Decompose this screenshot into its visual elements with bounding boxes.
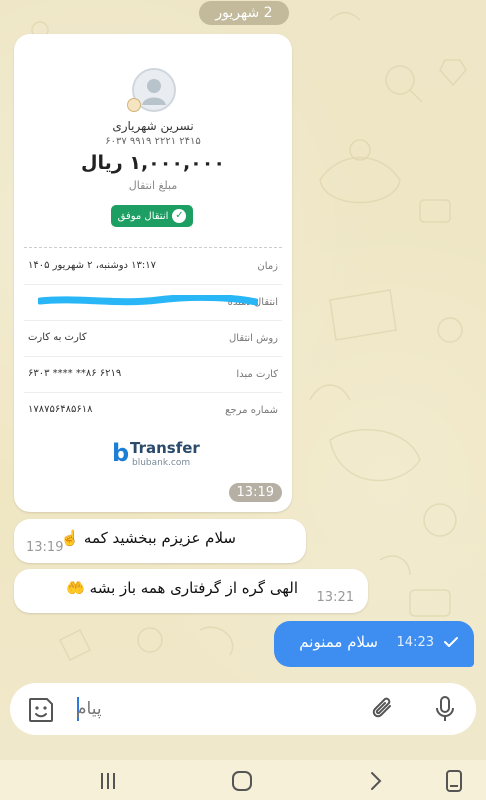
message-input[interactable] xyxy=(76,693,356,725)
message-text: سلام ممنونم xyxy=(299,633,378,651)
microphone-icon[interactable] xyxy=(430,694,460,724)
receipt-divider xyxy=(24,247,282,248)
outgoing-message[interactable]: سلام ممنونم 14:23 xyxy=(274,621,474,667)
recipient-name: نسرین شهریاری xyxy=(112,119,194,133)
receipt-row-source-card: کارت مبدا ۶۲۱۹ ۸۶** **** ۶۳۰۳ xyxy=(24,357,282,393)
receipt-details: زمان ۱۳:۱۷ دوشنبه، ۲ شهریور ۱۴۰۵ انتقال … xyxy=(14,249,292,429)
message-time: 13:19 xyxy=(26,540,64,555)
redaction-scribble xyxy=(38,295,258,306)
destination-card-number: ۶۰۳۷ ۹۹۱۹ ۲۲۲۱ ۲۴۱۵ xyxy=(105,136,201,147)
sent-check-icon xyxy=(444,637,458,647)
bank-logo-icon xyxy=(127,98,141,112)
status-badge: ✓ انتقال موفق xyxy=(111,205,193,227)
row-value: ۱۷۸۷۵۶۴۸۵۶۱۸ xyxy=(28,404,93,415)
sticker-icon[interactable] xyxy=(26,695,56,725)
message-time: 13:19 xyxy=(228,483,282,502)
recents-icon[interactable] xyxy=(94,768,122,794)
brand-logo: b Transfer blubank.com xyxy=(112,437,222,471)
transfer-amount-label: مبلغ انتقال xyxy=(128,179,178,192)
incoming-message[interactable]: الهی گره از گرفتاری همه باز بشه 🤲 13:21 xyxy=(14,569,368,613)
system-navigation-bar xyxy=(0,760,486,800)
date-separator: 2 شهریور xyxy=(199,1,289,25)
row-label: روش انتقال xyxy=(229,333,278,344)
message-text: الهی گره از گرفتاری همه باز بشه 🤲 xyxy=(66,579,298,597)
brand-site: blubank.com xyxy=(132,458,191,468)
user-silhouette-icon xyxy=(142,79,166,105)
receipt-row-reference: شماره مرجع ۱۷۸۷۵۶۴۸۵۶۱۸ xyxy=(24,393,282,429)
paperclip-icon[interactable] xyxy=(368,694,398,724)
incoming-message[interactable]: سلام عزیزم ببخشید کمه ☝️ 13:19 xyxy=(14,519,306,563)
row-label: کارت مبدا xyxy=(236,369,278,380)
back-icon[interactable] xyxy=(362,768,390,794)
home-icon[interactable] xyxy=(228,768,256,794)
receipt-row-sender: انتقال دهنده xyxy=(24,285,282,321)
row-value: ۶۲۱۹ ۸۶** **** ۶۳۰۳ xyxy=(28,368,122,379)
row-value: ۱۳:۱۷ دوشنبه، ۲ شهریور ۱۴۰۵ xyxy=(28,260,157,271)
message-time: 13:21 xyxy=(316,590,354,605)
row-value: کارت به کارت xyxy=(28,332,87,343)
message-text: سلام عزیزم ببخشید کمه ☝️ xyxy=(60,529,236,547)
receipt-header: نسرین شهریاری ۶۰۳۷ ۹۹۱۹ ۲۲۲۱ ۲۴۱۵ ۱,۰۰۰,… xyxy=(14,34,292,249)
row-label: شماره مرجع xyxy=(225,405,278,416)
receipt-row-method: روش انتقال کارت به کارت xyxy=(24,321,282,357)
brand-name: Transfer xyxy=(130,439,200,457)
message-composer xyxy=(10,683,476,735)
row-label: زمان xyxy=(257,261,278,272)
check-circle-icon: ✓ xyxy=(172,209,187,223)
status-text: انتقال موفق xyxy=(117,210,169,222)
message-time: 14:23 xyxy=(396,635,434,650)
transfer-amount: ۱,۰۰۰,۰۰۰ ریال xyxy=(81,152,225,174)
brand-mark-icon: b xyxy=(112,439,130,467)
screen-icon[interactable] xyxy=(440,768,468,794)
receipt-row-time: زمان ۱۳:۱۷ دوشنبه، ۲ شهریور ۱۴۰۵ xyxy=(24,249,282,285)
transfer-receipt-image[interactable]: نسرین شهریاری ۶۰۳۷ ۹۹۱۹ ۲۲۲۱ ۲۴۱۵ ۱,۰۰۰,… xyxy=(14,34,292,512)
